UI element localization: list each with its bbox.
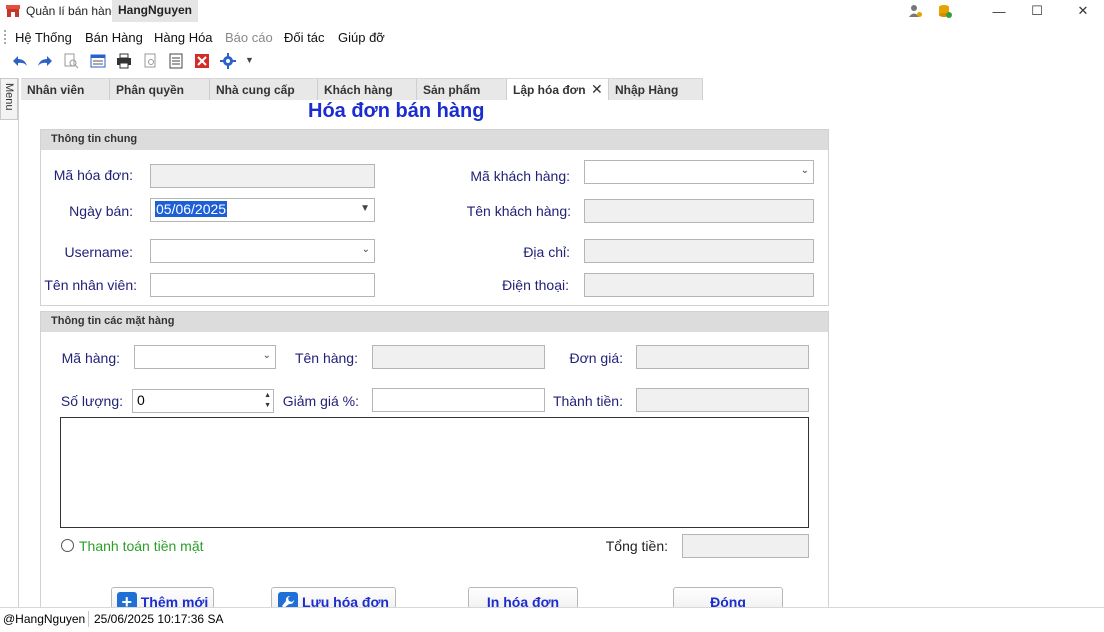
undo-icon[interactable] [11, 52, 29, 70]
status-separator [88, 611, 89, 627]
menu-doi-tac[interactable]: Đối tác [284, 30, 324, 45]
menu-bao-cao[interactable]: Báo cáo [225, 30, 273, 45]
username-combo[interactable]: ⌄ [150, 239, 375, 263]
phone-label: Điện thoại: [502, 277, 569, 293]
maximize-button[interactable]: ☐ [1022, 0, 1052, 22]
customer-name-label: Tên khách hàng: [466, 203, 571, 219]
sale-date-picker[interactable]: 05/06/2025 ▼ [150, 198, 375, 222]
side-menu-tab[interactable]: Menu [0, 78, 18, 120]
item-id-label: Mã hàng: [61, 350, 120, 366]
date-dropdown-icon[interactable]: ▼ [360, 203, 370, 214]
tab-san-pham[interactable]: Sản phẩm [417, 78, 507, 100]
tab-nhan-vien[interactable]: Nhân viên [21, 78, 110, 100]
redo-icon[interactable] [36, 52, 54, 70]
staff-name-label: Tên nhân viên: [44, 277, 137, 293]
address-input[interactable] [584, 239, 814, 263]
invoice-id-label: Mã hóa đơn: [53, 167, 133, 183]
username-label: Username: [64, 244, 133, 260]
customer-id-combo[interactable]: ⌄ [584, 160, 814, 184]
print-preview-icon[interactable] [141, 52, 159, 70]
chevron-down-icon[interactable]: ⌄ [801, 165, 809, 176]
app-title: Quản lí bán hàng [26, 4, 119, 18]
side-divider [18, 78, 19, 608]
delete-icon[interactable] [193, 52, 211, 70]
user-settings-icon[interactable] [900, 0, 930, 22]
general-info-header: Thông tin chung [41, 130, 828, 150]
staff-name-input[interactable] [150, 273, 375, 297]
quantity-stepper[interactable]: 0 ▲ ▼ [132, 389, 274, 413]
discount-input[interactable] [372, 388, 545, 412]
sale-date-value: 05/06/2025 [155, 201, 228, 217]
database-icon[interactable] [930, 0, 960, 22]
chevron-down-icon[interactable]: ⌄ [362, 244, 370, 255]
sale-date-label: Ngày bán: [69, 203, 133, 219]
window-user-title: HangNguyen [112, 0, 199, 22]
close-window-button[interactable]: ✕ [1068, 0, 1098, 22]
search-document-icon[interactable] [62, 52, 80, 70]
items-grid[interactable] [60, 417, 809, 528]
menu-giup-do[interactable]: Giúp đỡ [338, 30, 385, 45]
unit-price-input[interactable] [636, 345, 809, 369]
menu-he-thong[interactable]: Hệ Thống [15, 30, 72, 45]
customer-id-label: Mã khách hàng: [470, 168, 570, 184]
quantity-label: Số lượng: [60, 393, 123, 409]
line-total-label: Thành tiền: [552, 393, 623, 409]
unit-price-label: Đơn giá: [569, 350, 623, 366]
tab-nhap-hang[interactable]: Nhập Hàng [609, 78, 703, 100]
tab-nha-cung-cap[interactable]: Nhà cung cấp [210, 78, 318, 100]
chevron-down-icon[interactable]: ⌄ [263, 350, 271, 361]
store-icon [6, 4, 20, 18]
status-user: @HangNguyen [3, 612, 86, 626]
line-total-input[interactable] [636, 388, 809, 412]
phone-input[interactable] [584, 273, 814, 297]
quantity-value: 0 [137, 392, 145, 408]
tab-close-icon[interactable]: ✕ [591, 81, 603, 98]
customer-name-input[interactable] [584, 199, 814, 223]
tab-khach-hang[interactable]: Khách hàng [318, 78, 417, 100]
gear-dropdown-icon[interactable]: ▼ [245, 55, 254, 65]
side-menu-label: Menu [3, 83, 15, 111]
gear-icon[interactable] [219, 52, 237, 70]
menu-hang-hoa[interactable]: Hàng Hóa [154, 30, 213, 45]
item-name-label: Tên hàng: [294, 350, 358, 366]
form-title: Hóa đơn bán hàng [308, 100, 485, 122]
invoice-id-input[interactable] [150, 164, 375, 188]
menu-grip [4, 30, 7, 44]
form-icon[interactable] [89, 52, 107, 70]
cash-payment-radio[interactable] [61, 539, 74, 552]
document-icon[interactable] [167, 52, 185, 70]
status-datetime: 25/06/2025 10:17:36 SA [94, 612, 224, 626]
cash-payment-label[interactable]: Thanh toán tiền mặt [79, 538, 204, 554]
discount-label: Giảm giá %: [282, 393, 359, 409]
item-name-input[interactable] [372, 345, 545, 369]
minimize-button[interactable]: — [984, 0, 1014, 22]
items-info-header: Thông tin các mặt hàng [41, 312, 828, 332]
address-label: Địa chỉ: [523, 244, 570, 260]
item-id-combo[interactable]: ⌄ [134, 345, 276, 369]
print-icon[interactable] [115, 52, 133, 70]
menu-ban-hang[interactable]: Bán Hàng [85, 30, 143, 45]
tab-phan-quyen[interactable]: Phân quyền [110, 78, 210, 100]
total-label: Tổng tiền: [605, 538, 668, 554]
total-input[interactable] [682, 534, 809, 558]
